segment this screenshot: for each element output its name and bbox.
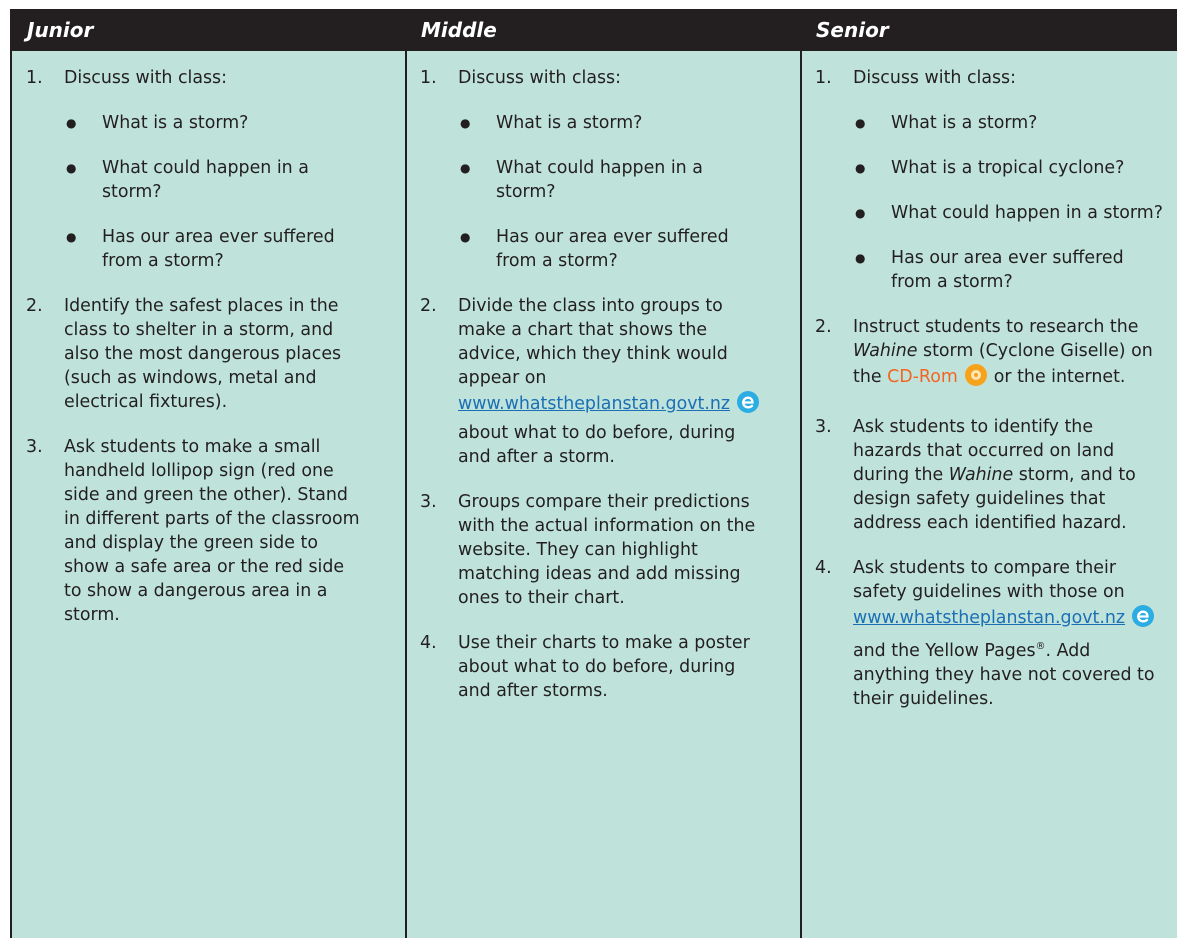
list-item: 2. Divide the class into groups to make … [420, 294, 762, 469]
bullet-text: What is a storm? [102, 113, 249, 133]
column-border [10, 51, 12, 938]
item-text: Instruct students to research the [853, 317, 1139, 337]
item-number: 3. [815, 417, 832, 437]
item-text: or the internet. [993, 367, 1126, 387]
bullet-dot: ● [855, 161, 866, 175]
list-item: 3. Ask students to identify the hazards … [815, 415, 1165, 535]
item-number: 4. [815, 558, 832, 578]
bullet-item: ● Has our area ever suffered from a storm… [853, 246, 1165, 294]
bullet-text: Has our area ever suffered from a storm? [102, 227, 335, 271]
item-text: Divide the class into groups to make a c… [458, 296, 728, 388]
item-number: 2. [815, 317, 832, 337]
italic-text: Wahine [948, 465, 1014, 485]
item-number: 1. [815, 68, 832, 88]
item-number: 2. [26, 296, 43, 316]
bullet-item: ● What could happen in a storm? [64, 156, 366, 204]
list-item: 4. Ask students to compare their safety … [815, 556, 1165, 711]
bullet-text: Has our area ever suffered from a storm? [496, 227, 729, 271]
middle-content: 1. Discuss with class: ● What is a storm?… [420, 66, 762, 724]
item-number: 4. [420, 633, 437, 653]
cd-rom-label: CD-Rom [887, 367, 958, 387]
website-link[interactable]: www.whatstheplanstan.govt.nz [853, 608, 1125, 628]
bullet-text: What is a storm? [496, 113, 643, 133]
item-text: Discuss with class: [64, 68, 227, 88]
bullet-text: What could happen in a storm? [891, 203, 1163, 223]
item-text: Ask students to make a small handheld lo… [64, 437, 360, 625]
bullet-dot: ● [855, 251, 866, 265]
registered-mark: ® [1035, 641, 1046, 652]
e-web-icon [1131, 604, 1155, 635]
bullet-dot: ● [460, 116, 471, 130]
item-text: Discuss with class: [853, 68, 1016, 88]
senior-content: 1. Discuss with class: ● What is a storm?… [815, 66, 1165, 732]
list-item: 2. Instruct students to research the Wah… [815, 315, 1165, 394]
list-item: 1. Discuss with class: ● What is a storm?… [26, 66, 366, 273]
table-header [10, 9, 1177, 51]
list-item: 3. Ask students to make a small handheld… [26, 435, 366, 627]
website-link[interactable]: www.whatstheplanstan.govt.nz [458, 394, 730, 414]
bullet-dot: ● [855, 116, 866, 130]
bullet-item: ● What could happen in a storm? [853, 201, 1165, 225]
list-item: 1. Discuss with class: ● What is a storm?… [815, 66, 1165, 294]
bullet-item: ● Has our area ever suffered from a storm… [64, 225, 366, 273]
list-item: 1. Discuss with class: ● What is a storm?… [420, 66, 762, 273]
italic-text: Wahine [853, 341, 918, 361]
item-text: Discuss with class: [458, 68, 621, 88]
bullet-item: ● What is a storm? [853, 111, 1165, 135]
bullet-item: ● What is a tropical cyclone? [853, 156, 1165, 180]
column-divider [800, 51, 802, 938]
column-title-senior: Senior [816, 18, 889, 42]
bullet-text: What is a tropical cyclone? [891, 158, 1125, 178]
bullet-dot: ● [66, 116, 77, 130]
bullet-dot: ● [855, 206, 866, 220]
bullet-dot: ● [460, 230, 471, 244]
bullet-text: What could happen in a storm? [496, 158, 703, 202]
bullet-item: ● What is a storm? [458, 111, 762, 135]
bullet-text: Has our area ever suffered from a storm? [891, 248, 1124, 292]
column-divider [405, 51, 407, 938]
bullet-dot: ● [66, 161, 77, 175]
junior-content: 1. Discuss with class: ● What is a storm?… [26, 66, 366, 648]
item-number: 2. [420, 296, 437, 316]
bullet-text: What is a storm? [891, 113, 1038, 133]
bullet-dot: ● [460, 161, 471, 175]
list-item: 4. Use their charts to make a poster abo… [420, 631, 762, 703]
item-number: 3. [420, 492, 437, 512]
bullet-item: ● What could happen in a storm? [458, 156, 762, 204]
item-text: Use their charts to make a poster about … [458, 633, 750, 701]
cd-rom-icon [964, 363, 988, 394]
item-text: Ask students to compare their safety gui… [853, 558, 1125, 602]
column-title-junior: Junior [27, 18, 94, 42]
list-item: 3. Groups compare their predictions with… [420, 490, 762, 610]
column-title-middle: Middle [421, 18, 497, 42]
bullet-dot: ● [66, 230, 77, 244]
bullet-item: ● Has our area ever suffered from a storm… [458, 225, 762, 273]
page: Junior Middle Senior 1. Discuss with cla… [0, 0, 1191, 938]
item-text: Identify the safest places in the class … [64, 296, 342, 412]
item-text: about what to do before, during and afte… [458, 423, 736, 467]
e-web-icon [736, 390, 760, 421]
bullet-item: ● What is a storm? [64, 111, 366, 135]
item-number: 1. [420, 68, 437, 88]
item-number: 3. [26, 437, 43, 457]
bullet-text: What could happen in a storm? [102, 158, 309, 202]
item-text: Groups compare their predictions with th… [458, 492, 756, 608]
item-text: and the Yellow Pages [853, 640, 1036, 661]
item-number: 1. [26, 68, 43, 88]
list-item: 2. Identify the safest places in the cla… [26, 294, 366, 414]
